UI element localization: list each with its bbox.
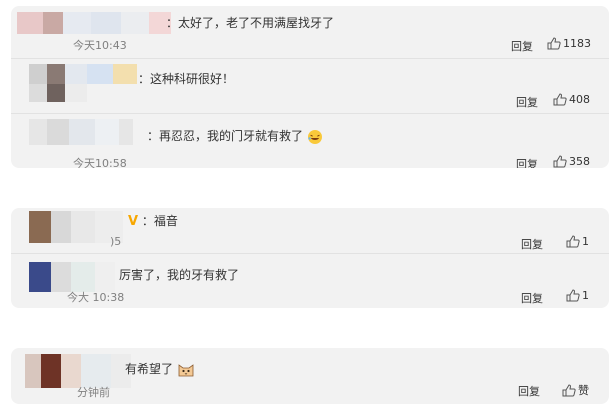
reply-button[interactable]: 回复 — [521, 236, 543, 252]
comment-item: 厉害了，我的牙有救了 今大 10:38 回复 1 — [11, 253, 609, 308]
comment-item: ：这种科研很好！ 回复 408 — [11, 58, 609, 114]
comment-group-2: V ：福音 )5 回复 1 厉害了，我的牙有救了 今大 10:38 回复 1 — [11, 208, 609, 308]
like-button[interactable]: 1 — [566, 235, 589, 248]
blurred-avatar[interactable] — [29, 119, 133, 145]
blurred-avatar[interactable] — [25, 354, 131, 388]
comment-text-value: 有希望了 — [125, 362, 174, 376]
thumbs-up-icon — [553, 155, 567, 168]
reply-button[interactable]: 回复 — [518, 383, 540, 399]
blurred-avatar[interactable] — [29, 262, 115, 292]
comment-time: 今天10:58 — [73, 157, 127, 168]
comment-item: V ：福音 )5 回复 1 — [11, 208, 609, 253]
blurred-avatar[interactable] — [29, 211, 123, 243]
cat-emoji-icon — [178, 363, 194, 376]
reply-button[interactable]: 回复 — [516, 156, 538, 168]
verified-badge: V — [128, 214, 139, 229]
reply-button[interactable]: 回复 — [511, 38, 533, 54]
comment-text: 厉害了，我的牙有救了 — [119, 268, 240, 282]
comment-time: )5 — [110, 235, 122, 248]
comment-text: 有希望了 — [125, 360, 195, 378]
comment-item: ：太好了，老了不用满屋找牙了 今天10:43 回复 1183 — [11, 6, 609, 58]
like-count: 1 — [582, 235, 589, 248]
blurred-avatar[interactable] — [29, 64, 137, 102]
thumbs-up-icon — [566, 235, 580, 248]
comment-text: ：太好了，老了不用满屋找牙了 — [166, 16, 335, 30]
comment-text-value: ：福音 — [141, 214, 178, 228]
thumbs-up-icon — [562, 383, 576, 396]
comment-group-3: 有希望了 分钟前 回复 赞 — [11, 348, 609, 404]
comment-time: 今天10:43 — [73, 39, 127, 52]
comment-item: 有希望了 分钟前 回复 赞 — [11, 348, 609, 404]
comment-item: ：再忍忍，我的门牙就有救了 今天10:58 回复 358 — [11, 113, 609, 168]
like-count: 408 — [569, 93, 590, 106]
like-button[interactable]: 1 — [566, 289, 589, 302]
like-count: 赞 — [578, 384, 589, 397]
like-count: 1 — [582, 289, 589, 302]
comment-text: ：再忍忍，我的门牙就有救了 — [147, 127, 323, 145]
like-button[interactable]: 赞 — [562, 382, 589, 398]
comment-text-value: ：再忍忍，我的门牙就有救了 — [147, 129, 304, 143]
reply-button[interactable]: 回复 — [516, 94, 538, 110]
like-button[interactable]: 1183 — [547, 37, 591, 50]
comment-time: 分钟前 — [77, 386, 110, 399]
thumbs-up-icon — [553, 93, 567, 106]
like-button[interactable]: 358 — [553, 155, 590, 168]
comment-time: 今大 10:38 — [67, 291, 125, 304]
comment-group-1: ：太好了，老了不用满屋找牙了 今天10:43 回复 1183 ：这种科研很好！ … — [11, 6, 609, 168]
comment-text: ：这种科研很好！ — [138, 72, 235, 86]
thumbs-up-icon — [547, 37, 561, 50]
comment-text: V ：福音 — [128, 212, 178, 229]
thumbs-up-icon — [566, 289, 580, 302]
laughing-emoji-icon — [307, 129, 322, 144]
reply-button[interactable]: 回复 — [521, 290, 543, 306]
blurred-avatar[interactable] — [17, 12, 171, 34]
like-button[interactable]: 408 — [553, 93, 590, 106]
like-count: 1183 — [563, 37, 591, 50]
like-count: 358 — [569, 155, 590, 168]
